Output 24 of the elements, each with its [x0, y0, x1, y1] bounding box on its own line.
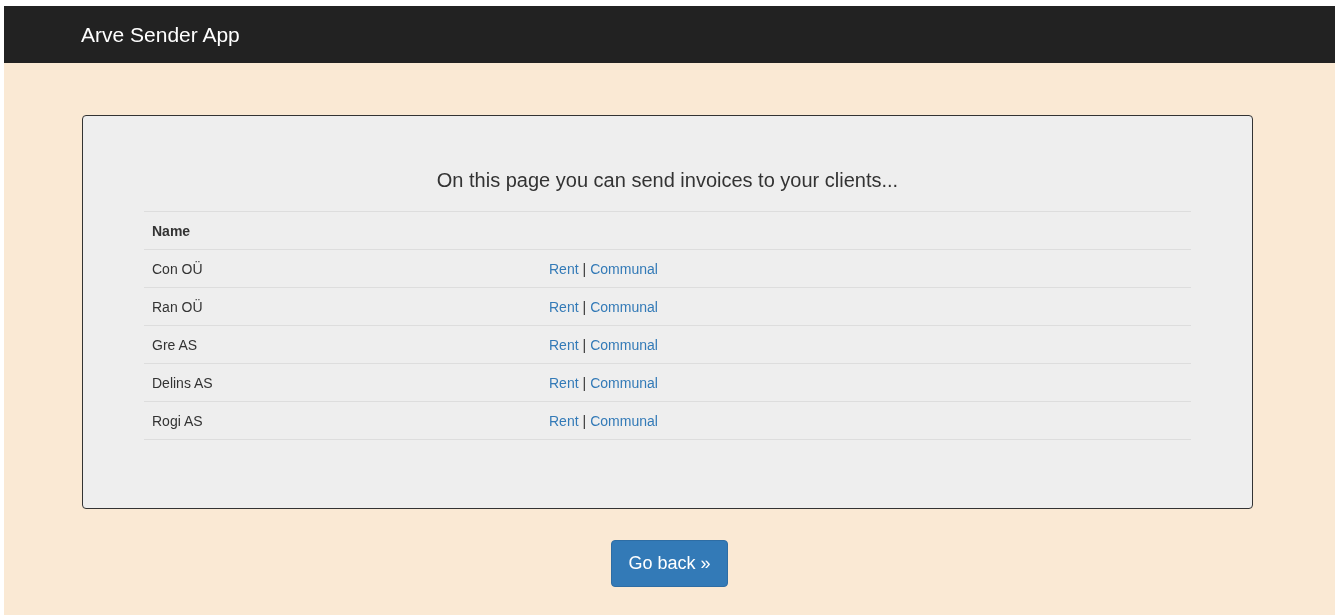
invoice-link[interactable]: Rent [549, 412, 579, 429]
invoice-link[interactable]: Rent [549, 298, 579, 315]
invoice-link[interactable]: Communal [590, 412, 658, 429]
link-separator: | [582, 260, 587, 277]
invoice-link[interactable]: Communal [590, 260, 658, 277]
invoice-link[interactable]: Communal [590, 298, 658, 315]
client-name: Ran OÜ [152, 298, 204, 315]
link-separator: | [582, 336, 587, 353]
invoice-link[interactable]: Rent [549, 336, 579, 353]
go-back-button[interactable]: Go back » [611, 540, 728, 587]
invoice-link[interactable]: Rent [549, 260, 579, 277]
link-separator: | [582, 412, 587, 429]
client-name: Con OÜ [152, 260, 204, 277]
link-separator: | [582, 298, 587, 315]
client-name: Rogi AS [152, 412, 204, 429]
invoice-link[interactable]: Rent [549, 374, 579, 391]
app-title: Arve Sender App [81, 22, 240, 47]
client-name: Gre AS [152, 336, 199, 353]
panel-heading: On this page you can send invoices to your clients... [435, 168, 900, 193]
client-name: Delins AS [152, 374, 214, 391]
invoice-link[interactable]: Communal [590, 374, 658, 391]
column-header: Name [152, 222, 192, 239]
link-separator: | [582, 374, 587, 391]
invoice-link[interactable]: Communal [590, 336, 658, 353]
